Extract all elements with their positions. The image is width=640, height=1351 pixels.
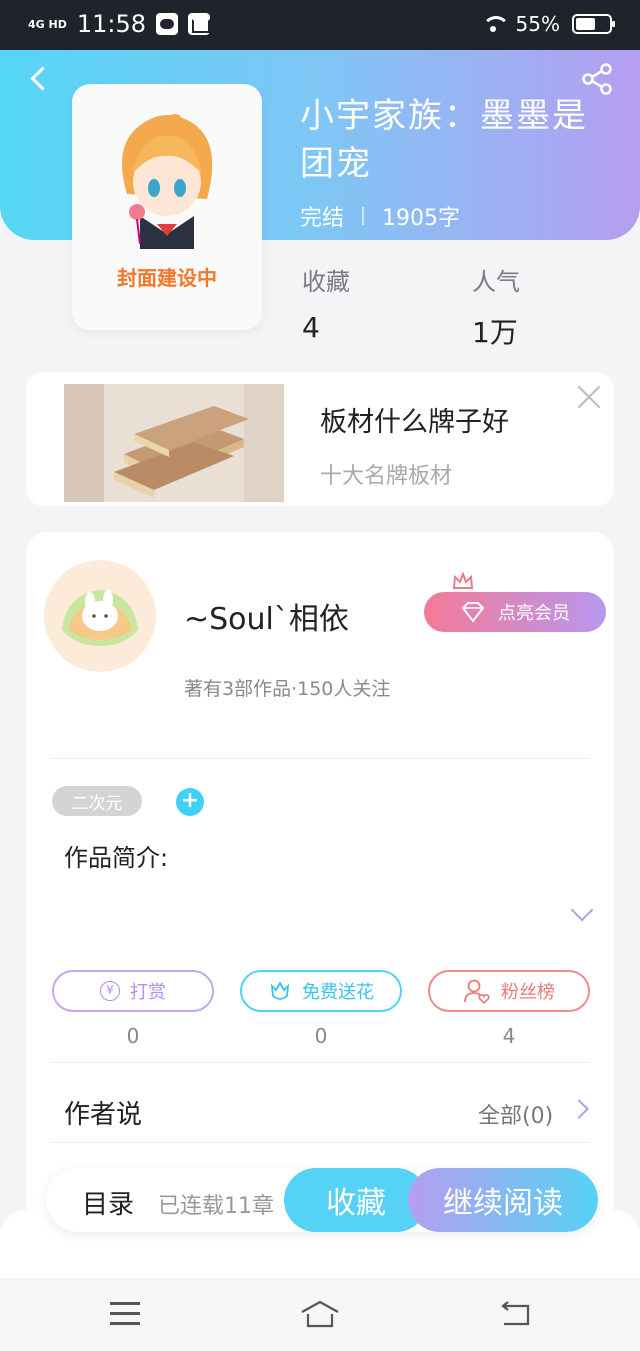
chevron-down-icon[interactable] — [570, 898, 594, 922]
author-name[interactable]: ~Soul`相依 — [184, 594, 349, 638]
divider — [50, 1062, 590, 1063]
cover-label: 封面建设中 — [117, 266, 217, 290]
cover-illustration — [122, 114, 213, 249]
reward-label: 打赏 — [130, 982, 166, 1003]
divider — [50, 1142, 590, 1143]
nav-back-icon[interactable] — [498, 1300, 532, 1328]
book-cover[interactable]: 封面建设中 — [72, 84, 262, 330]
stat-value: 1万 — [472, 316, 518, 349]
wechat-icon — [156, 13, 179, 35]
flower-count: 0 — [314, 1024, 328, 1048]
close-icon[interactable] — [576, 384, 602, 410]
fans-ranking-label: 粉丝榜 — [501, 982, 555, 1003]
fans-ranking-button[interactable]: 粉丝榜 — [428, 970, 590, 1012]
ad-image — [64, 384, 284, 502]
book-title: 小宇家族：墨墨是团宠 — [300, 96, 588, 184]
share-icon[interactable] — [580, 62, 614, 96]
fans-count: 4 — [502, 1024, 516, 1048]
stat-label: 收藏 — [302, 268, 350, 296]
fans-icon — [464, 979, 490, 1004]
yen-icon: ¥ — [100, 981, 120, 1001]
ad-subtitle: 十大名牌板材 — [320, 464, 453, 489]
toc-button[interactable]: 目录 — [82, 1184, 134, 1221]
reward-count: 0 — [126, 1024, 140, 1048]
book-meta: 完结 1905字 — [300, 200, 460, 232]
author-card: ~Soul`相依 点亮会员 著有3部作品·150人关注 二次元 + 作品简介: … — [26, 532, 614, 1232]
ad-title: 板材什么牌子好 — [320, 407, 509, 438]
status-time: 11:58 — [76, 10, 147, 38]
system-nav-bar — [0, 1278, 640, 1351]
battery-percent: 55% — [515, 12, 560, 36]
crown-icon — [452, 572, 474, 589]
continue-reading-button[interactable]: 继续阅读 — [408, 1168, 598, 1232]
wifi-icon — [481, 16, 510, 32]
send-flower-button[interactable]: 免费送花 — [240, 970, 402, 1012]
status-bar: 4G HD 11:58 55% — [0, 0, 640, 50]
favorite-button[interactable]: 收藏 — [284, 1168, 428, 1232]
message-icon — [188, 13, 211, 35]
word-count: 1905字 — [382, 206, 461, 231]
ad-card[interactable]: 板材什么牌子好 十大名牌板材 — [26, 372, 614, 506]
stat-popularity: 人气 1万 — [472, 262, 520, 351]
menu-icon[interactable] — [110, 1302, 140, 1325]
toc-status[interactable]: 已连载11章 — [158, 1188, 274, 1220]
divider — [50, 758, 590, 759]
home-icon[interactable] — [298, 1300, 342, 1330]
vip-label: 点亮会员 — [498, 603, 570, 624]
diamond-icon — [461, 602, 485, 623]
chevron-right-icon[interactable] — [569, 1099, 589, 1119]
bottom-action-bar: 目录 已连载11章 收藏 继续阅读 — [46, 1168, 598, 1232]
meta-divider — [362, 207, 365, 225]
send-flower-label: 免费送花 — [302, 982, 374, 1003]
avatar-illustration — [62, 590, 138, 646]
stat-value: 4 — [302, 311, 320, 344]
author-avatar[interactable] — [44, 560, 156, 672]
back-icon[interactable] — [26, 64, 56, 94]
battery-icon — [572, 14, 615, 34]
genre-tag[interactable]: 二次元 — [52, 786, 142, 816]
flower-icon — [270, 981, 290, 1000]
stat-label: 人气 — [472, 268, 520, 296]
book-status: 完结 — [300, 206, 345, 231]
vip-button[interactable]: 点亮会员 — [424, 592, 606, 632]
stat-favorites: 收藏 4 — [302, 262, 350, 344]
intro-label: 作品简介: — [64, 844, 169, 872]
author-says-all-link[interactable]: 全部(0) — [478, 1098, 553, 1130]
author-stats: 著有3部作品·150人关注 — [184, 678, 391, 700]
reward-button[interactable]: ¥ 打赏 — [52, 970, 214, 1012]
author-says-label: 作者说 — [64, 1100, 143, 1130]
add-tag-button[interactable]: + — [176, 788, 204, 816]
signal-icon: 4G HD — [28, 17, 67, 31]
